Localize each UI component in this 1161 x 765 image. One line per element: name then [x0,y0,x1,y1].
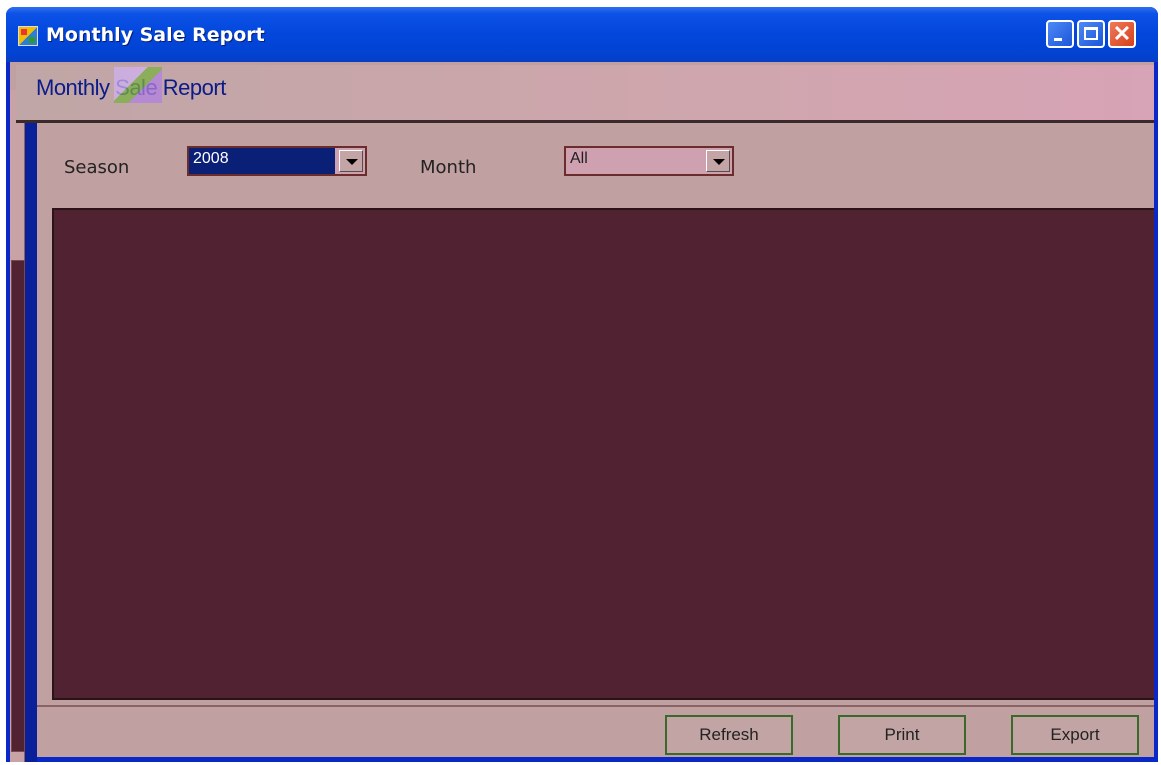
header-image-icon [114,67,162,103]
report-window: Monthly Sale Report ✕ Monthly Sale Repor… [6,7,1158,762]
month-dropdown[interactable]: All [564,146,734,176]
window-title: Monthly Sale Report [46,24,265,46]
filter-bar: Season 2008 Month All [37,124,1154,209]
left-strip [10,90,25,762]
season-chevron-down-icon[interactable] [339,150,363,172]
window-bottom-border [37,757,1154,762]
minimize-button[interactable] [1046,20,1074,48]
left-accent-bar [25,90,37,762]
title-bar[interactable]: Monthly Sale Report ✕ [6,7,1158,62]
action-bar: Refresh Print Export [37,705,1154,762]
close-icon: ✕ [1112,21,1132,46]
left-panel [11,260,25,752]
print-button[interactable]: Print [838,715,966,755]
client-area: Monthly Sale Report Season 2008 Month Al… [10,62,1154,762]
report-header: Monthly Sale Report [16,65,1154,123]
refresh-button[interactable]: Refresh [665,715,793,755]
close-button[interactable]: ✕ [1108,20,1136,48]
month-chevron-down-icon[interactable] [706,150,730,172]
season-dropdown[interactable]: 2008 [187,146,367,176]
season-value: 2008 [193,150,229,167]
month-label: Month [420,157,477,178]
season-label: Season [64,157,130,178]
maximize-button[interactable] [1077,20,1105,48]
app-icon[interactable] [18,26,38,46]
report-grid[interactable] [52,208,1154,700]
export-button[interactable]: Export [1011,715,1139,755]
maximize-icon [1084,27,1098,40]
month-value: All [570,150,588,167]
minimize-icon [1054,38,1062,41]
